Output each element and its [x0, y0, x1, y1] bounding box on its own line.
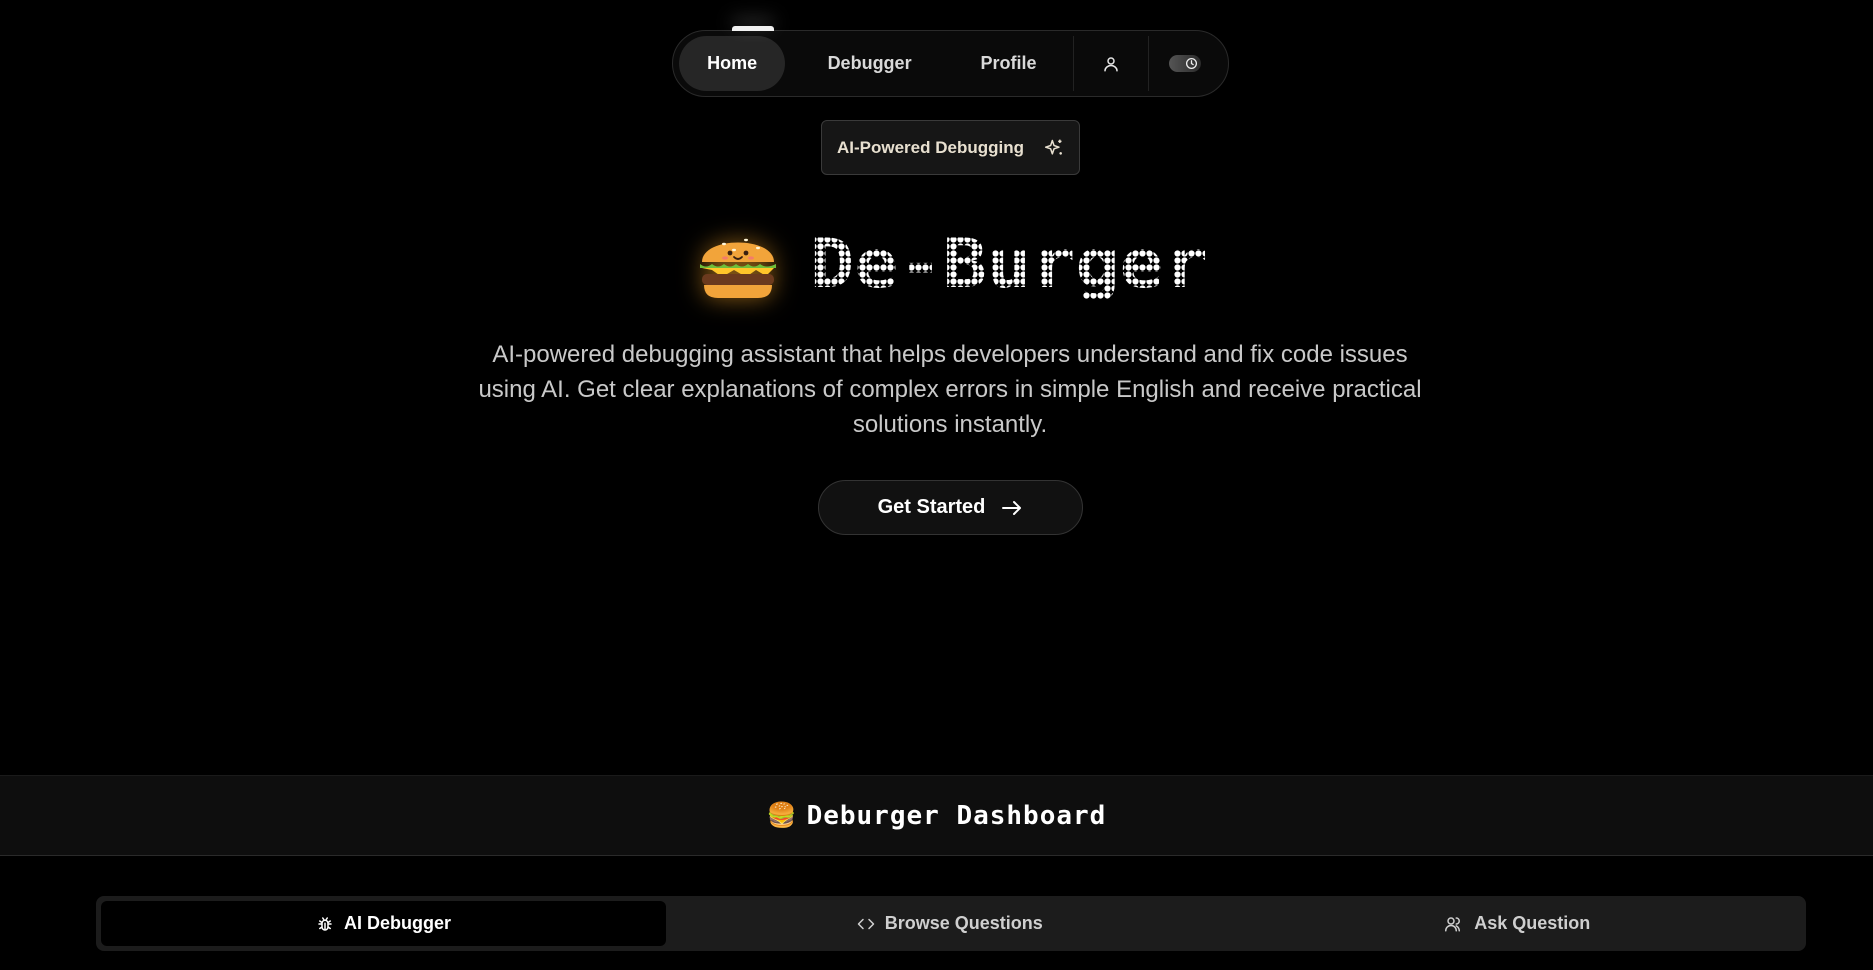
active-nav-indicator	[732, 26, 774, 31]
tab-label: Ask Question	[1474, 913, 1591, 933]
badge-label: AI-Powered Debugging	[837, 137, 1024, 157]
theme-toggle-button[interactable]	[1149, 36, 1222, 91]
clock-icon	[1184, 56, 1199, 71]
tab-label: Browse Questions	[884, 913, 1043, 933]
hero-logo-text: De-Burger De-Burger	[810, 229, 1210, 299]
user-icon	[1104, 56, 1118, 71]
top-nav: Home Debugger Profile	[672, 26, 1229, 97]
burger-logo-icon	[696, 222, 780, 306]
nav-debugger[interactable]: Debugger	[785, 36, 954, 91]
code-icon	[857, 918, 874, 929]
ai-badge: AI-Powered Debugging	[821, 120, 1080, 175]
tab-ai-debugger[interactable]: AI Debugger	[101, 901, 666, 946]
hero-title: De-Burger De-Burger	[696, 222, 1210, 306]
arrow-right-icon	[1002, 500, 1022, 515]
bug-icon	[318, 916, 332, 931]
nav-profile[interactable]: Profile	[954, 36, 1063, 91]
hero-description: AI-powered debugging assistant that help…	[478, 341, 1422, 438]
dot-matrix-title-text: De-Burger	[810, 229, 1208, 299]
sparkles-icon	[1044, 139, 1062, 155]
landing-page: Home Debugger Profile AI-Powered Debuggi…	[0, 0, 1873, 970]
get-started-button[interactable]: Get Started	[818, 480, 1083, 535]
theme-toggle[interactable]	[1169, 55, 1202, 72]
users-icon	[1445, 916, 1461, 931]
dashboard-header: 🍔 Deburger Dashboard	[0, 775, 1873, 856]
dashboard-burger-icon: 🍔	[766, 802, 797, 829]
dashboard-tabs: AI Debugger Browse Questions Ask Questio…	[96, 896, 1806, 951]
profile-icon-button[interactable]	[1074, 36, 1147, 91]
tab-ask-question[interactable]: Ask Question	[1234, 901, 1802, 946]
nav-home[interactable]: Home	[679, 36, 786, 91]
dashboard-title: Deburger Dashboard	[806, 800, 1107, 831]
dot-matrix-title: De-Burger	[810, 229, 1208, 299]
tab-label: AI Debugger	[343, 913, 451, 933]
tab-browse-questions[interactable]: Browse Questions	[666, 901, 1234, 946]
get-started-label: Get Started	[877, 496, 986, 518]
